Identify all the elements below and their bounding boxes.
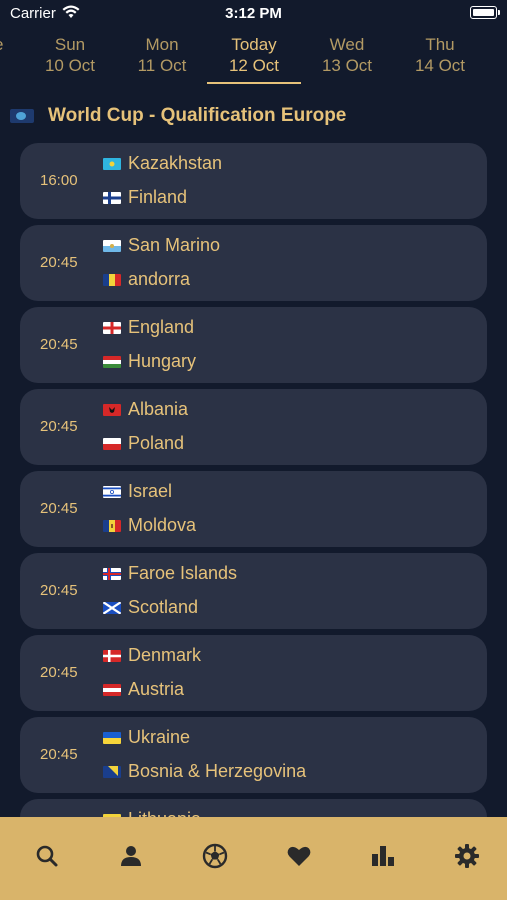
- hungary-flag-icon: [103, 356, 121, 368]
- date-strip: e Sun 10 Oct Mon 11 Oct Today 12 Oct Wed…: [0, 28, 507, 90]
- tab-stats[interactable]: [370, 843, 400, 873]
- israel-flag-icon: [103, 486, 121, 498]
- match-time: 20:45: [40, 582, 78, 599]
- away-team-name: Poland: [128, 433, 185, 453]
- date-item-today[interactable]: Today 12 Oct: [208, 34, 300, 76]
- away-team-name: Scotland: [128, 597, 199, 617]
- date-label: 11 Oct: [137, 56, 187, 75]
- home-team-name: Kazakhstan: [128, 153, 223, 173]
- tab-bar: [0, 817, 507, 900]
- andorra-flag-icon: [103, 274, 121, 286]
- match-time: 20:45: [40, 336, 78, 353]
- kazakhstan-flag-icon: [103, 158, 121, 170]
- away-team-name: Moldova: [128, 515, 197, 535]
- match-time: 20:45: [40, 418, 78, 435]
- match-card[interactable]: 20:45 San Marino andorra: [20, 225, 487, 301]
- san-marino-flag-icon: [103, 240, 121, 252]
- match-time: 20:45: [40, 254, 78, 271]
- away-team-name: andorra: [128, 269, 191, 289]
- world-cup-flag-icon: [10, 109, 34, 123]
- tab-search[interactable]: [34, 843, 64, 873]
- away-team-name: Austria: [128, 679, 185, 699]
- date-item-partial[interactable]: e: [0, 34, 3, 55]
- home-team-name: England: [128, 317, 195, 337]
- ukraine-flag-icon: [103, 732, 121, 744]
- match-time: 20:45: [40, 746, 78, 763]
- date-day-label: Mon: [145, 35, 179, 54]
- home-team-name: San Marino: [128, 235, 221, 255]
- search-icon: [36, 845, 58, 867]
- scotland-flag-icon: [103, 602, 121, 614]
- stats-icon: [372, 846, 394, 866]
- match-time: 20:45: [40, 664, 78, 681]
- tab-profile[interactable]: [118, 843, 148, 873]
- date-item-thu[interactable]: Thu 14 Oct: [394, 34, 486, 76]
- home-team-name: Faroe Islands: [128, 563, 238, 583]
- away-team-name: Finland: [128, 187, 188, 207]
- date-day-label: Sun: [54, 35, 86, 54]
- match-card[interactable]: 16:00 Kazakhstan Finland: [20, 143, 487, 219]
- league-title: World Cup - Qualification Europe: [48, 105, 347, 126]
- date-item-wed[interactable]: Wed 13 Oct: [301, 34, 393, 76]
- match-card[interactable]: 20:45 Faroe Islands Scotland: [20, 553, 487, 629]
- battery-icon: [470, 6, 500, 19]
- tab-matches[interactable]: [202, 843, 232, 873]
- england-flag-icon: [103, 322, 121, 334]
- date-label: 12 Oct: [228, 56, 280, 75]
- finland-flag-icon: [103, 192, 121, 204]
- date-item-sun[interactable]: Sun 10 Oct: [24, 34, 116, 76]
- heart-icon: [287, 846, 311, 866]
- date-day-label: Today: [231, 35, 277, 54]
- match-time: 20:45: [40, 500, 78, 517]
- faroe-islands-flag-icon: [103, 568, 121, 580]
- home-team-name: Denmark: [128, 645, 202, 665]
- date-item-mon[interactable]: Mon 11 Oct: [116, 34, 208, 76]
- denmark-flag-icon: [103, 650, 121, 662]
- bosnia-flag-icon: [103, 766, 121, 778]
- selected-date-indicator: [207, 82, 301, 84]
- match-card[interactable]: 20:45 England Hungary: [20, 307, 487, 383]
- match-card[interactable]: 20:45 Albania Poland: [20, 389, 487, 465]
- date-day-label: Thu: [425, 35, 455, 54]
- tab-favorites[interactable]: [286, 843, 316, 873]
- status-bar: Carrier 3:12 PM: [0, 0, 507, 28]
- football-icon: [202, 843, 228, 869]
- moldova-flag-icon: [103, 520, 121, 532]
- home-team-name: Albania: [128, 399, 189, 419]
- match-time: 16:00: [40, 172, 78, 189]
- poland-flag-icon: [103, 438, 121, 450]
- away-team-name: Bosnia & Herzegovina: [128, 761, 307, 781]
- albania-flag-icon: [103, 404, 121, 416]
- home-team-name: Ukraine: [128, 727, 191, 747]
- match-card[interactable]: 20:45 Ukraine Bosnia & Herzegovina: [20, 717, 487, 793]
- tab-settings[interactable]: [454, 843, 484, 873]
- home-team-name: Israel: [128, 481, 173, 501]
- away-team-name: Hungary: [128, 351, 197, 371]
- match-card[interactable]: 20:45 Israel Moldova: [20, 471, 487, 547]
- date-label: 14 Oct: [414, 56, 466, 75]
- date-day-label: Wed: [329, 35, 365, 54]
- settings-icon: [455, 844, 479, 868]
- match-card[interactable]: 20:45 Denmark Austria: [20, 635, 487, 711]
- date-label: 13 Oct: [321, 56, 373, 75]
- profile-icon: [121, 846, 141, 866]
- austria-flag-icon: [103, 684, 121, 696]
- status-time: 3:12 PM: [225, 5, 282, 22]
- date-label: 10 Oct: [44, 56, 96, 75]
